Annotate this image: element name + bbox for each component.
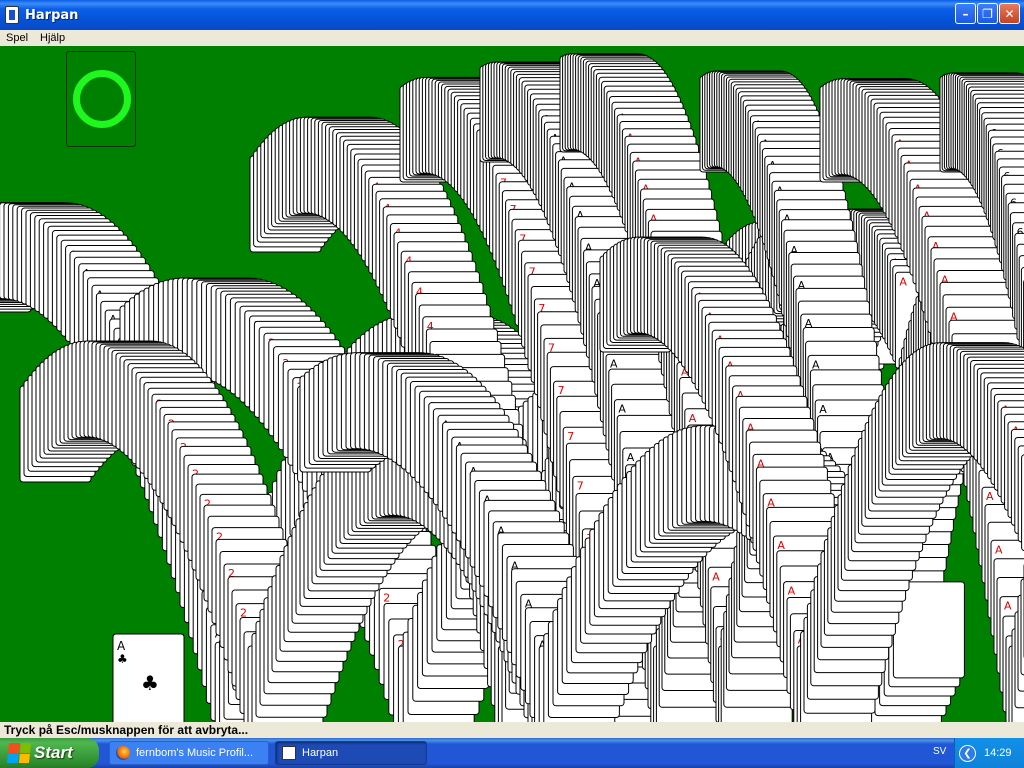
status-text: Tryck på Esc/musknappen för att avbryta.…	[4, 723, 249, 737]
taskbar: Start fernbom's Music Profil... Harpan S…	[0, 738, 1024, 768]
taskbar-item-label: Harpan	[302, 747, 339, 759]
clock[interactable]: 14:29	[984, 747, 1012, 759]
card-rank-label: A	[117, 639, 126, 653]
title-bar[interactable]: Harpan – ❐ ✕	[0, 0, 1024, 30]
menu-spel[interactable]: Spel	[0, 32, 34, 44]
trail-card-rank: A	[627, 451, 635, 464]
status-bar: Tryck på Esc/musknappen för att avbryta.…	[0, 722, 1024, 738]
taskbar-item-label: fernbom's Music Profil...	[136, 747, 254, 759]
trail-card-rank: A	[712, 570, 720, 583]
trail-card-rank: A	[819, 403, 827, 416]
trail-card-rank: A	[618, 403, 626, 416]
trail-card-rank: 7	[567, 430, 574, 443]
club-suit-icon: ♣	[117, 652, 128, 666]
taskbar-item-music-profile[interactable]: fernbom's Music Profil...	[109, 741, 269, 765]
system-tray: ❮ 14:29	[954, 738, 1024, 768]
harpan-icon	[282, 746, 296, 760]
windows-logo-icon	[6, 743, 32, 763]
trail-card-rank: A	[986, 490, 994, 503]
close-button[interactable]: ✕	[999, 3, 1020, 24]
trail-card-rank: 7	[558, 384, 565, 397]
harpan-app-icon	[5, 6, 19, 24]
firefox-icon	[116, 746, 130, 760]
trail-card-rank: A	[689, 412, 697, 425]
trail-card-rank: 7	[577, 479, 584, 492]
trail-card-rank: A	[610, 357, 618, 370]
menu-bar: Spel Hjälp	[0, 30, 1024, 46]
trail-card-rank: A	[995, 543, 1003, 556]
trail-card-rank: A	[788, 585, 796, 598]
minimize-button[interactable]: –	[955, 3, 976, 24]
trail-card-rank: A	[1004, 600, 1012, 613]
start-label: Start	[34, 743, 73, 762]
show-hidden-icons-button[interactable]: ❮	[959, 744, 976, 762]
club-suit-center-icon: ♣	[141, 671, 159, 695]
window-title: Harpan	[25, 7, 79, 23]
trail-card-rank: A	[777, 539, 785, 552]
language-indicator[interactable]: SV	[933, 746, 946, 757]
trail-card-rank: 2	[383, 591, 390, 604]
winning-card-cascade: AAAAAAAAAAAAAAAAAAAAAAAAAAAAAAAAAAAAAAAA…	[0, 53, 1024, 722]
game-area[interactable]: AAAAAAAAAAAAAAAAAAAAAAAAAAAAAAAAAAAAAAAA…	[0, 46, 1024, 722]
menu-hjalp[interactable]: Hjälp	[34, 32, 71, 44]
start-button[interactable]: Start	[0, 738, 99, 768]
trail-card-rank: A	[899, 275, 907, 288]
maximize-button[interactable]: ❐	[977, 3, 998, 24]
taskbar-item-harpan[interactable]: Harpan	[275, 741, 427, 765]
